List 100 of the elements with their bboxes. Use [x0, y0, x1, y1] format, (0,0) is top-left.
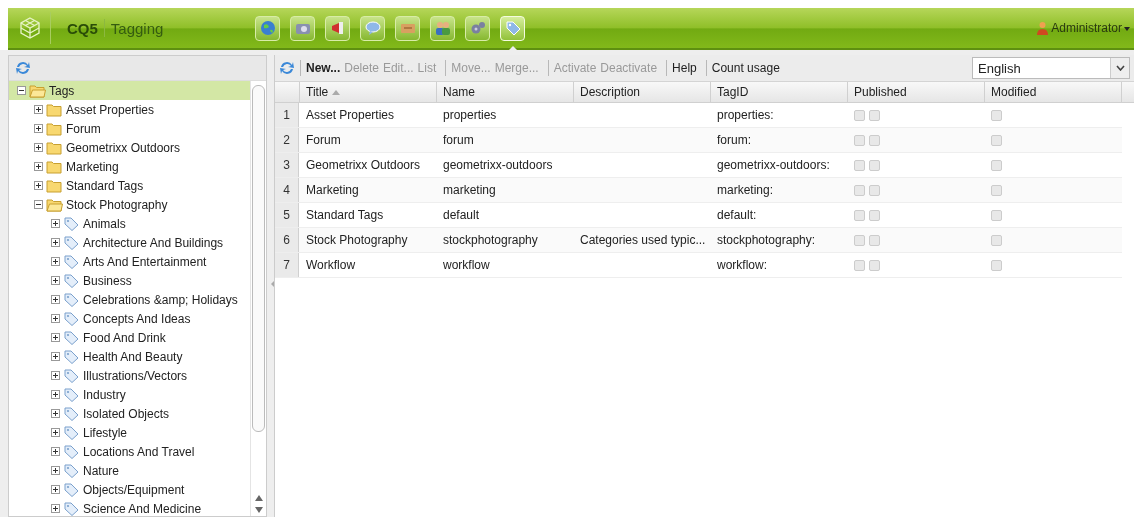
tree-item[interactable]: Architecture And Buildings — [9, 233, 250, 252]
tag-icon — [63, 349, 80, 364]
row-number: 4 — [275, 178, 299, 202]
tree-item[interactable]: Nature — [9, 461, 250, 480]
tag-icon — [63, 254, 80, 269]
expand-icon[interactable] — [51, 390, 60, 399]
tag-icon — [63, 292, 80, 307]
expand-icon[interactable] — [51, 352, 60, 361]
column-header[interactable]: Title — [300, 82, 437, 102]
column-header[interactable]: Description — [574, 82, 711, 102]
expand-icon[interactable] — [51, 295, 60, 304]
tree-item[interactable]: Objects/Equipment — [9, 480, 250, 499]
table-cell-text: Asset Properties — [305, 107, 396, 124]
cube-logo-icon — [18, 16, 42, 40]
tree-item[interactable]: Arts And Entertainment — [9, 252, 250, 271]
tree-item[interactable]: Food And Drink — [9, 328, 250, 347]
status-indicator-icon — [854, 234, 865, 246]
open-folder-icon — [29, 83, 46, 98]
expand-icon[interactable] — [34, 105, 43, 114]
status-indicator-icon — [869, 209, 880, 221]
product-name: CQ5 — [67, 19, 98, 37]
toolbar-button[interactable]: Help — [672, 61, 701, 75]
status-indicator-icon — [869, 159, 880, 171]
refresh-button[interactable] — [15, 60, 31, 76]
refresh-button[interactable] — [279, 60, 295, 76]
tag-icon — [503, 19, 522, 37]
row-number: 7 — [275, 253, 299, 277]
tree-item[interactable]: Industry — [9, 385, 250, 404]
expand-icon[interactable] — [51, 466, 60, 475]
app-button[interactable] — [465, 15, 491, 41]
open-folder-icon — [46, 197, 63, 212]
status-indicator-icon — [869, 234, 880, 246]
tag-icon — [63, 482, 80, 497]
column-header[interactable]: TagID — [711, 82, 848, 102]
table-cell-text: default — [442, 207, 481, 224]
folder-icon — [46, 121, 63, 136]
status-indicator-icon — [854, 259, 865, 271]
table-cell-text: forum — [442, 132, 475, 149]
expand-icon[interactable] — [34, 162, 43, 171]
table-cell-text: marketing — [442, 182, 497, 199]
tag-icon — [63, 311, 80, 326]
tree-item[interactable]: Forum — [9, 119, 250, 138]
expand-icon[interactable] — [51, 447, 60, 456]
expand-icon[interactable] — [51, 219, 60, 228]
tree-item[interactable]: Celebrations &amp; Holidays — [9, 290, 250, 309]
app-button[interactable] — [255, 15, 281, 41]
tree-item[interactable]: Lifestyle — [9, 423, 250, 442]
scroll-up-icon[interactable] — [254, 495, 263, 501]
tree-item[interactable]: Geometrixx Outdoors — [9, 138, 250, 157]
table-cell-text: geometrixx-outdoors — [442, 157, 554, 174]
expand-icon[interactable] — [51, 257, 60, 266]
tree-item[interactable]: Isolated Objects — [9, 404, 250, 423]
user-menu[interactable]: Administrator — [1036, 21, 1134, 35]
expand-icon[interactable] — [34, 143, 43, 152]
collapse-icon[interactable] — [34, 200, 43, 209]
language-dropdown[interactable]: English — [972, 57, 1130, 79]
tag-icon — [63, 235, 80, 250]
column-header[interactable]: Modified — [985, 82, 1122, 102]
expand-icon[interactable] — [51, 314, 60, 323]
table-cell-text: workflow: — [716, 257, 768, 274]
column-header[interactable]: Name — [437, 82, 574, 102]
scrollbar[interactable] — [250, 81, 266, 516]
expand-icon[interactable] — [51, 504, 60, 513]
collapse-icon[interactable] — [17, 86, 26, 95]
expand-icon[interactable] — [34, 181, 43, 190]
tree-item[interactable]: Locations And Travel — [9, 442, 250, 461]
tree-item[interactable]: Science And Medicine — [9, 499, 250, 516]
tree-item[interactable]: Business — [9, 271, 250, 290]
expand-icon[interactable] — [51, 371, 60, 380]
expand-icon[interactable] — [51, 485, 60, 494]
status-indicator-icon — [991, 134, 1002, 146]
users-icon — [433, 19, 452, 37]
tree-item[interactable]: Concepts And Ideas — [9, 309, 250, 328]
tree-item[interactable]: Health And Beauty — [9, 347, 250, 366]
expand-icon[interactable] — [51, 409, 60, 418]
scroll-down-icon[interactable] — [254, 507, 263, 513]
tree-item[interactable]: Asset Properties — [9, 100, 250, 119]
tree-item[interactable]: Stock Photography — [9, 195, 250, 214]
expand-icon[interactable] — [51, 276, 60, 285]
status-indicator-icon — [991, 109, 1002, 121]
status-indicator-icon — [991, 184, 1002, 196]
tree-item[interactable]: Marketing — [9, 157, 250, 176]
expand-icon[interactable] — [51, 238, 60, 247]
tree-item[interactable]: Illustrations/Vectors — [9, 366, 250, 385]
app-button[interactable] — [430, 15, 456, 41]
tree-item[interactable]: Standard Tags — [9, 176, 250, 195]
toolbar-button[interactable]: Count usage — [711, 61, 784, 75]
column-header[interactable]: Published — [848, 82, 985, 102]
table-cell-text: Categories used typic... — [579, 232, 707, 249]
app-button[interactable] — [325, 15, 351, 41]
tag-icon — [63, 368, 80, 383]
table-cell-text: stockphotography — [442, 232, 539, 249]
expand-icon[interactable] — [34, 124, 43, 133]
toolbar-button[interactable]: New... — [306, 61, 345, 75]
tree-item[interactable]: Animals — [9, 214, 250, 233]
expand-icon[interactable] — [51, 428, 60, 437]
expand-icon[interactable] — [51, 333, 60, 342]
tree-item[interactable]: Tags — [9, 81, 250, 100]
tag-icon — [63, 330, 80, 345]
app-button[interactable] — [395, 15, 421, 41]
